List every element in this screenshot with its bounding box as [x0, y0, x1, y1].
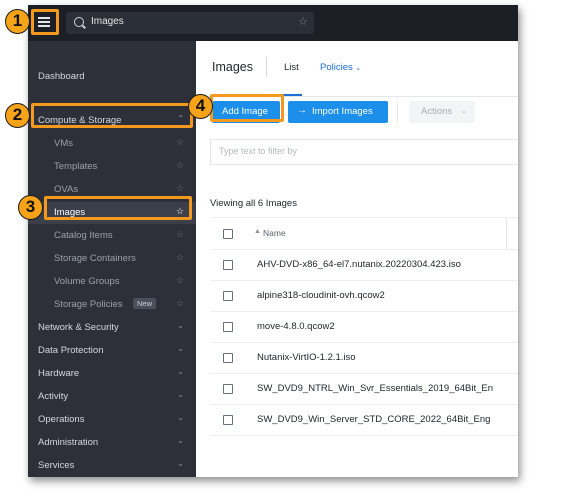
callout-badge-3: 3	[18, 195, 43, 220]
sidebar-item-storage-containers[interactable]: Storage Containers ☆	[28, 248, 196, 270]
star-icon[interactable]: ☆	[298, 15, 308, 28]
chevron-down-icon: ⌄	[177, 367, 184, 376]
sidebar-item-label: Hardware	[38, 368, 80, 379]
callout-box-compute-storage	[31, 103, 193, 128]
sidebar-item-data-protection[interactable]: Data Protection ⌄	[28, 340, 196, 362]
sidebar-item-dashboard[interactable]: Dashboard	[28, 65, 196, 87]
top-bar: Images ☆	[28, 5, 518, 41]
sidebar-item-templates[interactable]: Templates ☆	[28, 156, 196, 178]
row-checkbox[interactable]	[223, 384, 233, 394]
callout-box-images	[44, 196, 192, 220]
import-images-button[interactable]: → Import Images	[288, 101, 388, 123]
star-icon[interactable]: ☆	[176, 183, 184, 194]
image-name[interactable]: SW_DVD9_NTRL_Win_Svr_Essentials_2019_64B…	[257, 383, 493, 394]
image-name[interactable]: AHV-DVD-x86_64-el7.nutanix.20220304.423.…	[257, 259, 461, 270]
image-name[interactable]: SW_DVD9_Win_Server_STD_CORE_2022_64Bit_E…	[257, 414, 490, 425]
row-checkbox[interactable]	[223, 322, 233, 332]
callout-box-add-image	[210, 94, 284, 122]
arrow-right-icon: →	[297, 105, 307, 116]
title-divider	[266, 57, 267, 77]
chevron-down-icon: ⌄	[177, 436, 184, 445]
search-value: Images	[91, 16, 124, 27]
sidebar-item-administration[interactable]: Administration ⌄	[28, 432, 196, 454]
callout-badge-2: 2	[5, 103, 30, 128]
chevron-down-icon: ⌄	[177, 413, 184, 422]
star-icon[interactable]: ☆	[176, 160, 184, 171]
sort-asc-icon[interactable]: ▲	[254, 228, 261, 235]
sidebar-item-label: Data Protection	[38, 345, 104, 356]
row-checkbox[interactable]	[223, 291, 233, 301]
chevron-down-icon: ⌄	[177, 344, 184, 353]
star-icon[interactable]: ☆	[176, 252, 184, 263]
sidebar-item-hardware[interactable]: Hardware ⌄	[28, 363, 196, 385]
sidebar-item-label: Network & Security	[38, 322, 119, 333]
table-row[interactable]: move-4.8.0.qcow2	[210, 311, 518, 343]
star-icon[interactable]: ☆	[176, 137, 184, 148]
chevron-down-icon: ⌄	[461, 108, 467, 115]
sidebar-item-catalog-items[interactable]: Catalog Items ☆	[28, 225, 196, 247]
callout-badge-1: 1	[5, 9, 30, 34]
image-name[interactable]: move-4.8.0.qcow2	[257, 321, 335, 332]
sidebar-item-operations[interactable]: Operations ⌄	[28, 409, 196, 431]
sidebar-item-vms[interactable]: VMs ☆	[28, 133, 196, 155]
actions-dropdown[interactable]: Actions ⌄	[409, 101, 475, 123]
image-name[interactable]: alpine318-cloudinit-ovh.qcow2	[257, 290, 385, 301]
sidebar-item-label: Services	[38, 460, 75, 471]
new-badge: New	[133, 298, 157, 309]
table-row[interactable]: SW_DVD9_Win_Server_STD_CORE_2022_64Bit_E…	[210, 404, 518, 436]
sidebar-item-label: Templates	[54, 161, 98, 172]
chevron-down-icon: ⌄	[177, 390, 184, 399]
sidebar-item-label: Administration	[38, 437, 99, 448]
sidebar-item-label: Storage Policies	[54, 299, 123, 310]
table-row[interactable]: alpine318-cloudinit-ovh.qcow2	[210, 280, 518, 312]
search-icon	[74, 17, 84, 27]
chevron-down-icon: ⌄	[355, 65, 362, 72]
table-row[interactable]: SW_DVD9_NTRL_Win_Svr_Essentials_2019_64B…	[210, 373, 518, 405]
row-checkbox[interactable]	[223, 415, 233, 425]
row-checkbox[interactable]	[223, 353, 233, 363]
filter-input[interactable]: Type text to filter by	[210, 139, 518, 165]
image-name[interactable]: Nutanix-VirtIO-1.2.1.iso	[257, 352, 356, 363]
chevron-down-icon: ⌄	[177, 321, 184, 330]
table-summary: Viewing all 6 Images	[210, 198, 297, 209]
filter-placeholder: Type text to filter by	[219, 146, 298, 156]
tab-policies-label: Policies	[320, 62, 353, 73]
sidebar-item-services[interactable]: Services ⌄	[28, 455, 196, 477]
row-checkbox[interactable]	[223, 260, 233, 270]
column-header-name[interactable]: Name	[263, 228, 286, 238]
sidebar-item-label: Catalog Items	[54, 230, 113, 241]
sidebar-item-label: VMs	[54, 138, 73, 149]
tab-policies[interactable]: Policies ⌄	[320, 62, 361, 73]
toolbar-divider	[397, 102, 398, 122]
select-all-checkbox[interactable]	[223, 229, 233, 239]
sidebar-item-label: Storage Containers	[54, 253, 136, 264]
page-title: Images	[212, 60, 253, 74]
actions-label: Actions	[421, 106, 453, 117]
star-icon[interactable]: ☆	[176, 298, 184, 309]
tab-list[interactable]: List	[284, 62, 299, 73]
sidebar-item-label: Operations	[38, 414, 85, 425]
sidebar-item-activity[interactable]: Activity ⌄	[28, 386, 196, 408]
sidebar-item-label: Activity	[38, 391, 69, 402]
table-row[interactable]: Nutanix-VirtIO-1.2.1.iso	[210, 342, 518, 374]
table-header: ▲ Name	[210, 217, 518, 250]
star-icon[interactable]: ☆	[176, 229, 184, 240]
sidebar-item-label: OVAs	[54, 184, 79, 195]
sidebar-item-network-security[interactable]: Network & Security ⌄	[28, 317, 196, 339]
table-row[interactable]: AHV-DVD-x86_64-el7.nutanix.20220304.423.…	[210, 249, 518, 281]
column-divider[interactable]	[506, 218, 507, 249]
sidebar-item-volume-groups[interactable]: Volume Groups ☆	[28, 271, 196, 293]
callout-box-hamburger	[31, 9, 59, 35]
chevron-down-icon: ⌄	[177, 459, 184, 468]
import-images-label: Import Images	[312, 106, 373, 117]
sidebar-item-storage-policies[interactable]: Storage Policies New ☆	[28, 294, 196, 316]
app-window: Images ☆ Dashboard Compute & Storage ⌃ V…	[28, 5, 518, 477]
callout-badge-4: 4	[188, 94, 213, 119]
search-input[interactable]: Images ☆	[66, 12, 314, 34]
sidebar-item-label: Volume Groups	[54, 276, 120, 287]
sidebar-item-label: Dashboard	[38, 71, 85, 82]
star-icon[interactable]: ☆	[176, 275, 184, 286]
